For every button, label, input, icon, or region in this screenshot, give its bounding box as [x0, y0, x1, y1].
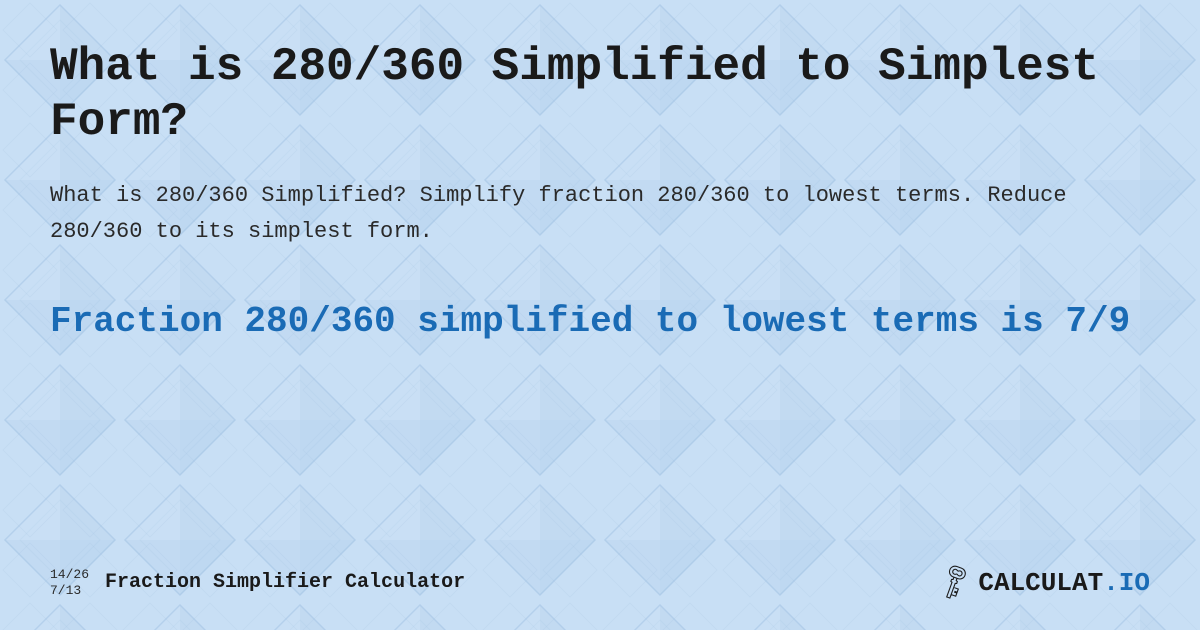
logo-area: 🗝 CALCULAT.IO [937, 565, 1150, 600]
logo-text: CALCULAT.IO [978, 568, 1150, 598]
logo-text-accent: .IO [1103, 568, 1150, 598]
fraction-bottom: 7/13 [50, 583, 89, 599]
brand-label: Fraction Simplifier Calculator [105, 571, 465, 594]
page-title: What is 280/360 Simplified to Simplest F… [50, 40, 1150, 150]
fraction-top: 14/26 [50, 567, 89, 583]
key-icon: 🗝 [930, 558, 978, 606]
description-text: What is 280/360 Simplified? Simplify fra… [50, 178, 1150, 248]
result-text: Fraction 280/360 simplified to lowest te… [50, 299, 1150, 346]
footer-fractions: 14/26 7/13 [50, 567, 89, 598]
